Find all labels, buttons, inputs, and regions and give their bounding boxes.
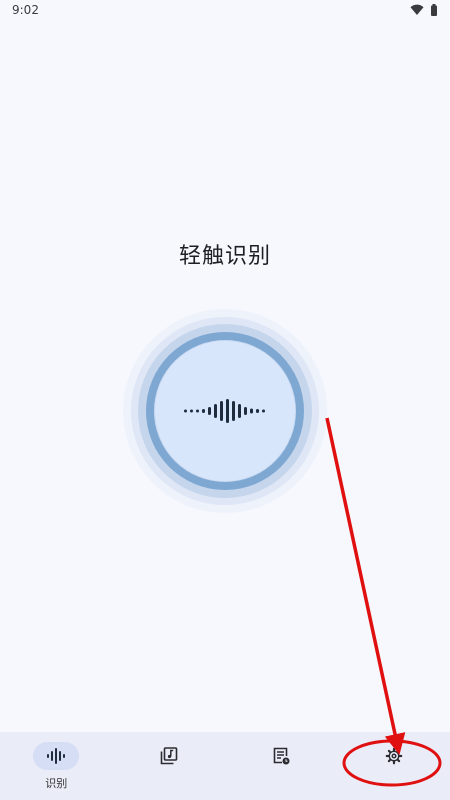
status-time: 9:02 [12, 3, 39, 17]
annotation-arrow [325, 417, 406, 755]
battery-icon [431, 4, 437, 16]
bottom-navigation: 识别 [0, 732, 450, 800]
music-library-icon [160, 747, 178, 765]
nav-label-recognize: 识别 [45, 778, 68, 790]
gear-icon [385, 747, 403, 765]
nav-item-history[interactable] [225, 732, 338, 800]
nav-item-settings[interactable] [338, 732, 450, 800]
recognize-button[interactable] [123, 309, 327, 513]
audio-wave-icon [47, 748, 66, 764]
status-bar: 9:02 [0, 0, 450, 20]
nav-item-recognize[interactable]: 识别 [0, 732, 113, 800]
audio-wave-icon [184, 399, 265, 423]
history-list-icon [273, 747, 290, 765]
wifi-icon [410, 4, 424, 15]
nav-item-library[interactable] [113, 732, 226, 800]
status-icons [410, 4, 438, 16]
page-title: 轻触识别 [178, 244, 271, 269]
nav-active-indicator [33, 742, 80, 770]
